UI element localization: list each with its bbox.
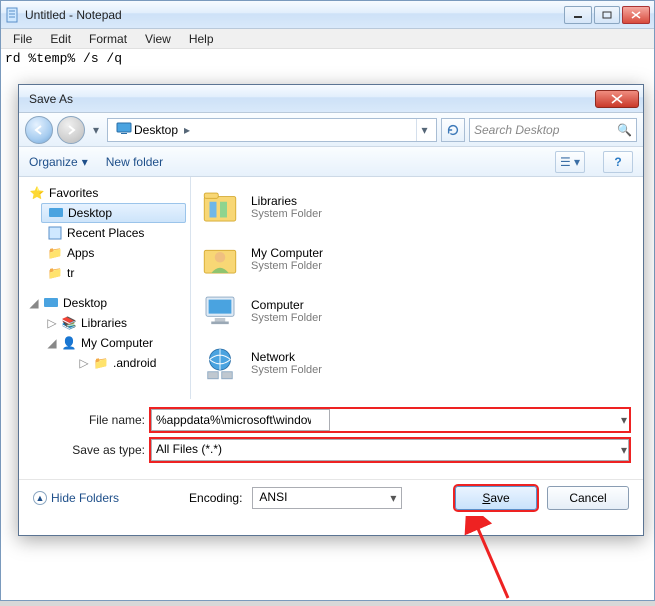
save-button[interactable]: SSaveave (455, 486, 537, 510)
saveas-close-button[interactable] (595, 90, 639, 108)
cancel-button[interactable]: Cancel (547, 486, 629, 510)
saveas-title: Save As (23, 92, 595, 106)
organize-menu[interactable]: Organize ▾ (29, 155, 88, 169)
tree-apps[interactable]: 📁Apps (41, 243, 186, 263)
list-item[interactable]: ComputerSystem Folder (199, 287, 635, 335)
chevron-right-icon: ▸ (180, 123, 190, 137)
list-item[interactable]: LibrariesSystem Folder (199, 183, 635, 231)
tree-desktop-root[interactable]: ◢Desktop (23, 293, 186, 313)
expand-icon[interactable]: ▷ (47, 316, 57, 330)
tree-tr[interactable]: 📁tr (41, 263, 186, 283)
toolbar: Organize ▾ New folder ☰ ▾ ? (19, 147, 643, 177)
address-desktop-label: Desktop (134, 123, 178, 137)
desktop-icon (48, 205, 64, 221)
star-icon: ⭐ (29, 185, 45, 201)
folder-icon: 📁 (47, 245, 63, 261)
network-icon (199, 342, 241, 384)
encoding-label: Encoding: (189, 491, 242, 505)
notepad-titlebar: Untitled - Notepad (1, 1, 654, 29)
expand-icon[interactable]: ◢ (29, 296, 39, 310)
search-input[interactable]: Search Desktop 🔍 (469, 118, 637, 142)
folder-icon: 📁 (93, 355, 109, 371)
nav-tree: ⭐Favorites Desktop Recent Places 📁Apps 📁… (19, 177, 191, 399)
saveas-titlebar: Save As (19, 85, 643, 113)
list-item[interactable]: My ComputerSystem Folder (199, 235, 635, 283)
tree-desktop[interactable]: Desktop (41, 203, 186, 223)
filename-input[interactable] (151, 409, 330, 431)
list-item[interactable]: NetworkSystem Folder (199, 339, 635, 387)
help-button[interactable]: ? (603, 151, 633, 173)
menu-help[interactable]: Help (181, 30, 222, 48)
nav-history-dropdown[interactable]: ▾ (89, 119, 103, 141)
tree-mycomputer[interactable]: ◢👤My Computer (41, 333, 186, 353)
folder-icon: 📁 (47, 265, 63, 281)
minimize-button[interactable] (564, 6, 592, 24)
expand-icon[interactable]: ◢ (47, 336, 57, 350)
notepad-textarea[interactable]: rd %temp% /s /q (1, 49, 654, 68)
chevron-up-icon: ▲ (33, 491, 47, 505)
desktop-icon (43, 295, 59, 311)
search-icon: 🔍 (617, 123, 632, 137)
tree-favorites[interactable]: ⭐Favorites (23, 183, 186, 203)
file-list[interactable]: LibrariesSystem Folder My ComputerSystem… (191, 177, 643, 399)
user-folder-icon (199, 238, 241, 280)
maximize-button[interactable] (594, 6, 620, 24)
recent-icon (47, 225, 63, 241)
chevron-down-icon[interactable]: ▾ (621, 413, 627, 427)
menu-view[interactable]: View (137, 30, 179, 48)
forward-button[interactable] (57, 116, 85, 144)
address-path[interactable]: Desktop ▸ ▾ (107, 118, 437, 142)
saveas-dialog: Save As ▾ Desktop ▸ ▾ Search Desktop 🔍 O… (18, 84, 644, 536)
hidefolders-link[interactable]: ▲ Hide Folders (33, 491, 119, 505)
expand-icon[interactable]: ▷ (79, 356, 89, 370)
address-dropdown[interactable]: ▾ (416, 119, 432, 141)
desktop-icon (116, 120, 132, 139)
newfolder-button[interactable]: New folder (106, 155, 163, 169)
search-placeholder: Search Desktop (474, 123, 559, 137)
back-button[interactable] (25, 116, 53, 144)
libraries-icon (199, 186, 241, 228)
menu-file[interactable]: File (5, 30, 40, 48)
savetype-label: Save as type: (71, 443, 151, 457)
tree-libraries[interactable]: ▷📚Libraries (41, 313, 186, 333)
savetype-combo[interactable]: All Files (*.*) (151, 439, 629, 461)
notepad-menubar: File Edit Format View Help (1, 29, 654, 49)
filename-label: File name: (71, 413, 151, 427)
menu-edit[interactable]: Edit (42, 30, 79, 48)
tree-recent[interactable]: Recent Places (41, 223, 186, 243)
address-bar: ▾ Desktop ▸ ▾ Search Desktop 🔍 (19, 113, 643, 147)
libraries-icon: 📚 (61, 315, 77, 331)
notepad-title: Untitled - Notepad (25, 8, 564, 22)
refresh-button[interactable] (441, 118, 465, 142)
close-button[interactable] (622, 6, 650, 24)
user-icon: 👤 (61, 335, 77, 351)
notepad-icon (5, 7, 21, 23)
view-options-button[interactable]: ☰ ▾ (555, 151, 585, 173)
computer-icon (199, 290, 241, 332)
encoding-combo[interactable]: ANSI (252, 487, 402, 509)
chevron-down-icon: ▾ (82, 155, 88, 169)
tree-android[interactable]: ▷📁.android (73, 353, 186, 373)
menu-format[interactable]: Format (81, 30, 135, 48)
